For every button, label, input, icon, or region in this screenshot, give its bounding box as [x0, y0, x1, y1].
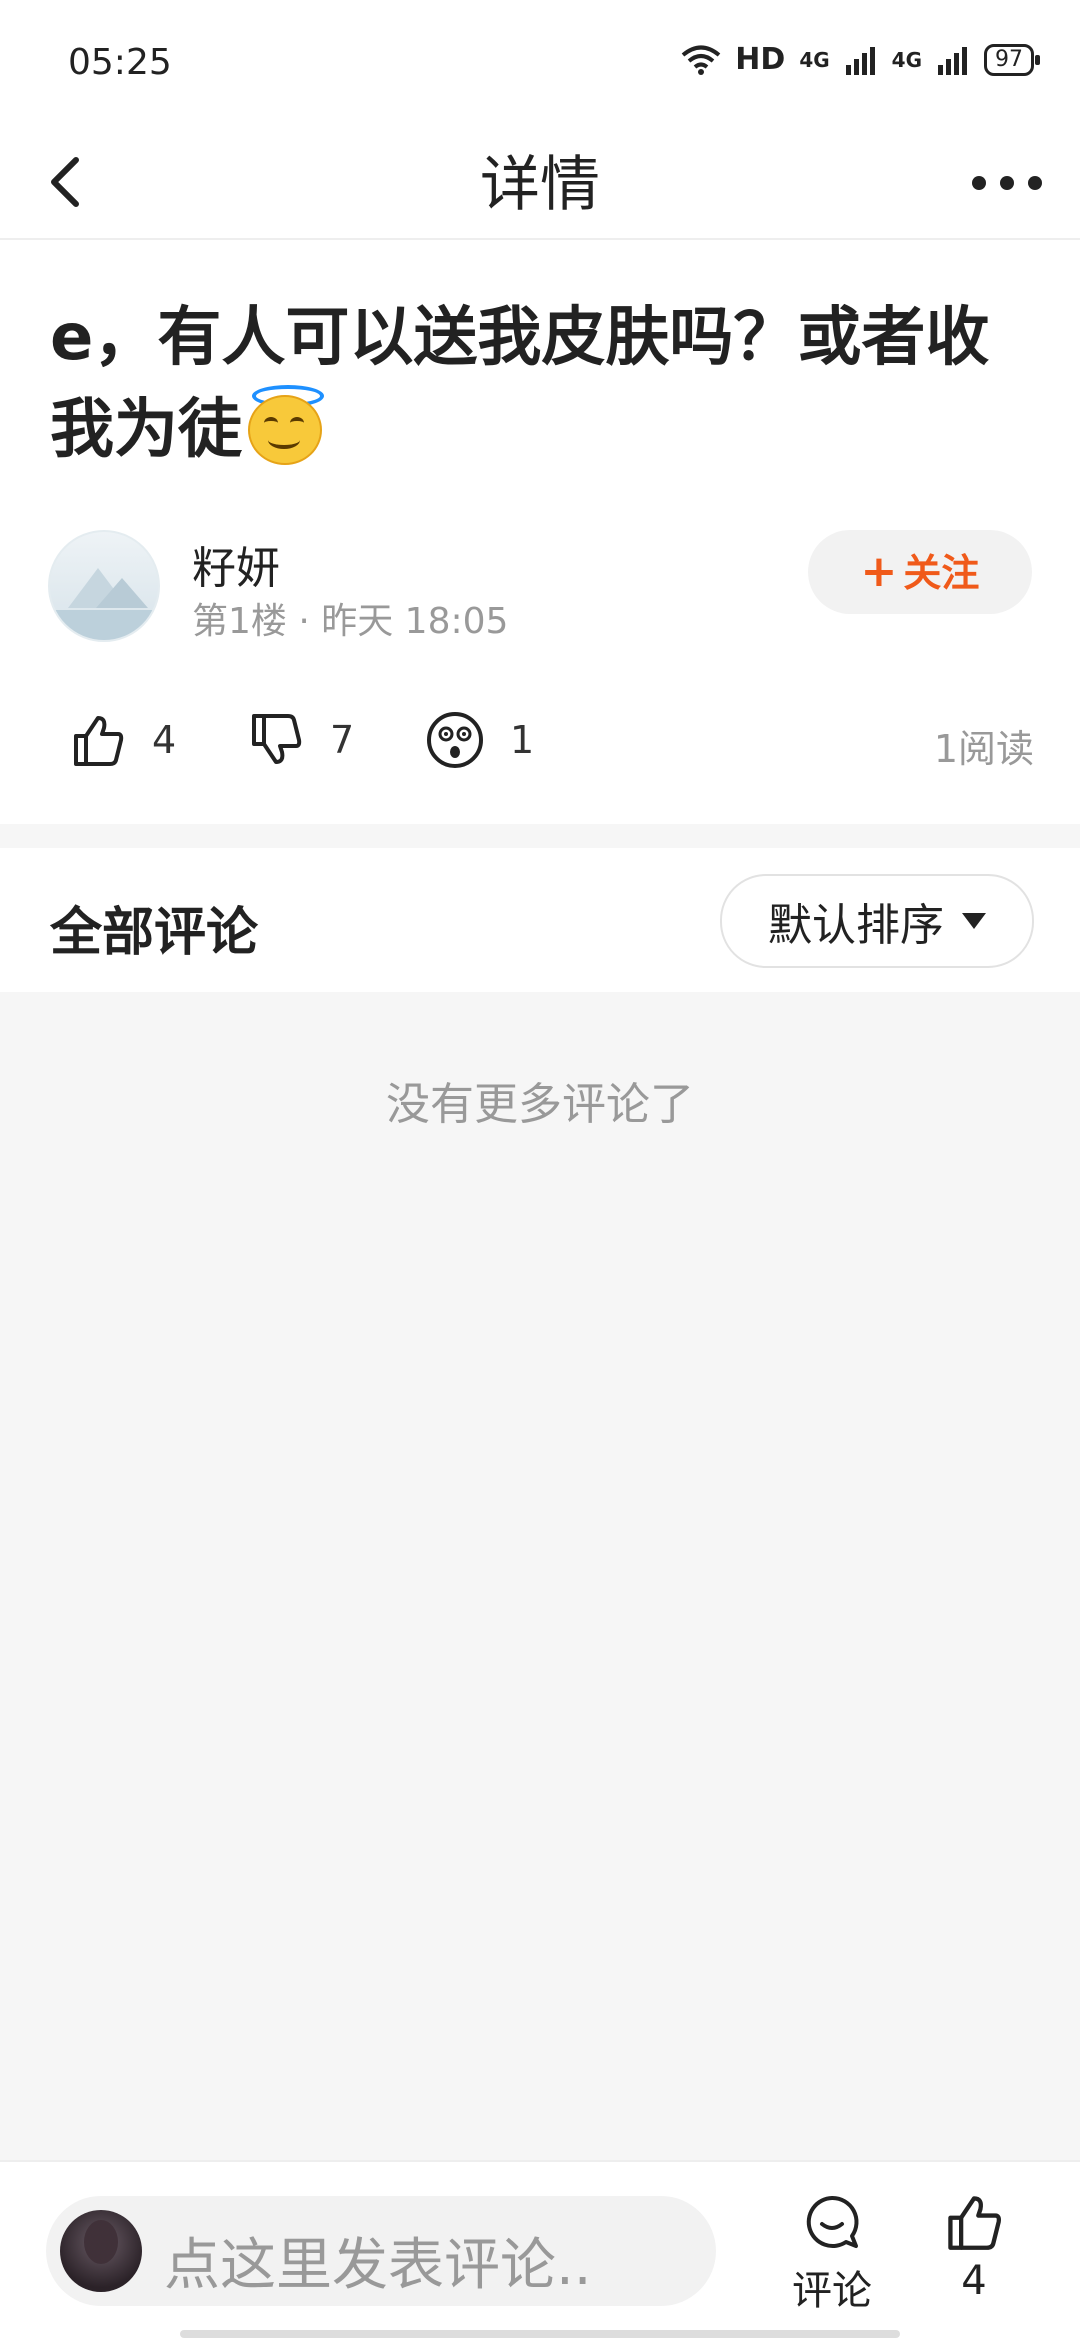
shocked-count: 1	[510, 718, 535, 762]
empty-comments-text: 没有更多评论了	[386, 1079, 694, 1130]
home-indicator	[180, 2330, 900, 2338]
follow-button[interactable]: + 关注	[808, 530, 1032, 614]
post-title: e，有人可以送我皮肤吗？或者收我为徒	[50, 292, 1010, 476]
status-icons: HD 4G 4G 97	[681, 42, 1040, 77]
bottom-like-count: 4	[961, 2258, 987, 2304]
post-meta: 第1楼 · 昨天 18:05	[192, 601, 509, 642]
comments-title: 全部评论	[50, 903, 259, 963]
page-title: 详情	[480, 150, 600, 220]
user-avatar	[60, 2210, 142, 2292]
status-time: 05:25	[68, 42, 172, 83]
battery-icon: 97	[984, 43, 1040, 76]
thumbs-up-icon	[948, 2196, 1001, 2250]
more-options-button[interactable]	[972, 158, 1042, 208]
smiling-face-with-halo-icon	[246, 385, 324, 465]
view-count: 1阅读	[933, 727, 1034, 771]
comment-input-placeholder: 点这里发表评论..	[164, 2233, 592, 2298]
post-title-text: e，有人可以送我皮肤吗？或者收我为徒	[50, 301, 990, 467]
caret-down-icon	[962, 913, 986, 929]
shocked-reaction[interactable]: 1	[426, 710, 534, 770]
signal-icon	[938, 46, 967, 75]
comment-bubble-icon	[806, 2195, 859, 2248]
comment-input[interactable]: 点这里发表评论..	[46, 2196, 716, 2306]
dislike-reaction[interactable]: 7	[248, 710, 354, 770]
like-count: 4	[152, 718, 177, 762]
signal-label-1: 4G	[799, 47, 830, 72]
top-nav: 详情	[0, 128, 1080, 240]
like-reaction[interactable]: 4	[70, 710, 176, 770]
thumbs-down-icon	[252, 714, 302, 764]
signal-icon	[845, 46, 875, 75]
thumbs-up-icon	[74, 716, 124, 766]
shocked-face-icon	[427, 712, 483, 768]
author-name[interactable]: 籽妍	[192, 532, 280, 596]
author-avatar[interactable]	[48, 530, 160, 642]
sort-dropdown[interactable]: 默认排序	[720, 874, 1034, 968]
post-card: e，有人可以送我皮肤吗？或者收我为徒 籽妍 第1楼 · 昨天 18:05 + 关注…	[0, 240, 1080, 824]
dislike-count: 7	[330, 718, 355, 762]
bottom-bar: 点这里发表评论.. 评论 4	[0, 2160, 1080, 2342]
bottom-like-button[interactable]: 4	[924, 2192, 1024, 2304]
more-icon	[972, 176, 986, 190]
signal-label-2: 4G	[891, 47, 922, 72]
follow-label: 关注	[903, 551, 980, 595]
plus-icon: +	[860, 546, 898, 597]
sort-label: 默认排序	[768, 900, 944, 951]
comment-button-label: 评论	[792, 2268, 872, 2314]
network-label: HD	[735, 42, 786, 77]
comment-button[interactable]: 评论	[782, 2192, 882, 2316]
comments-header: 全部评论 默认排序	[0, 848, 1080, 992]
status-bar: 05:25 HD 4G 4G 97	[0, 0, 1080, 128]
wifi-icon	[682, 45, 721, 75]
